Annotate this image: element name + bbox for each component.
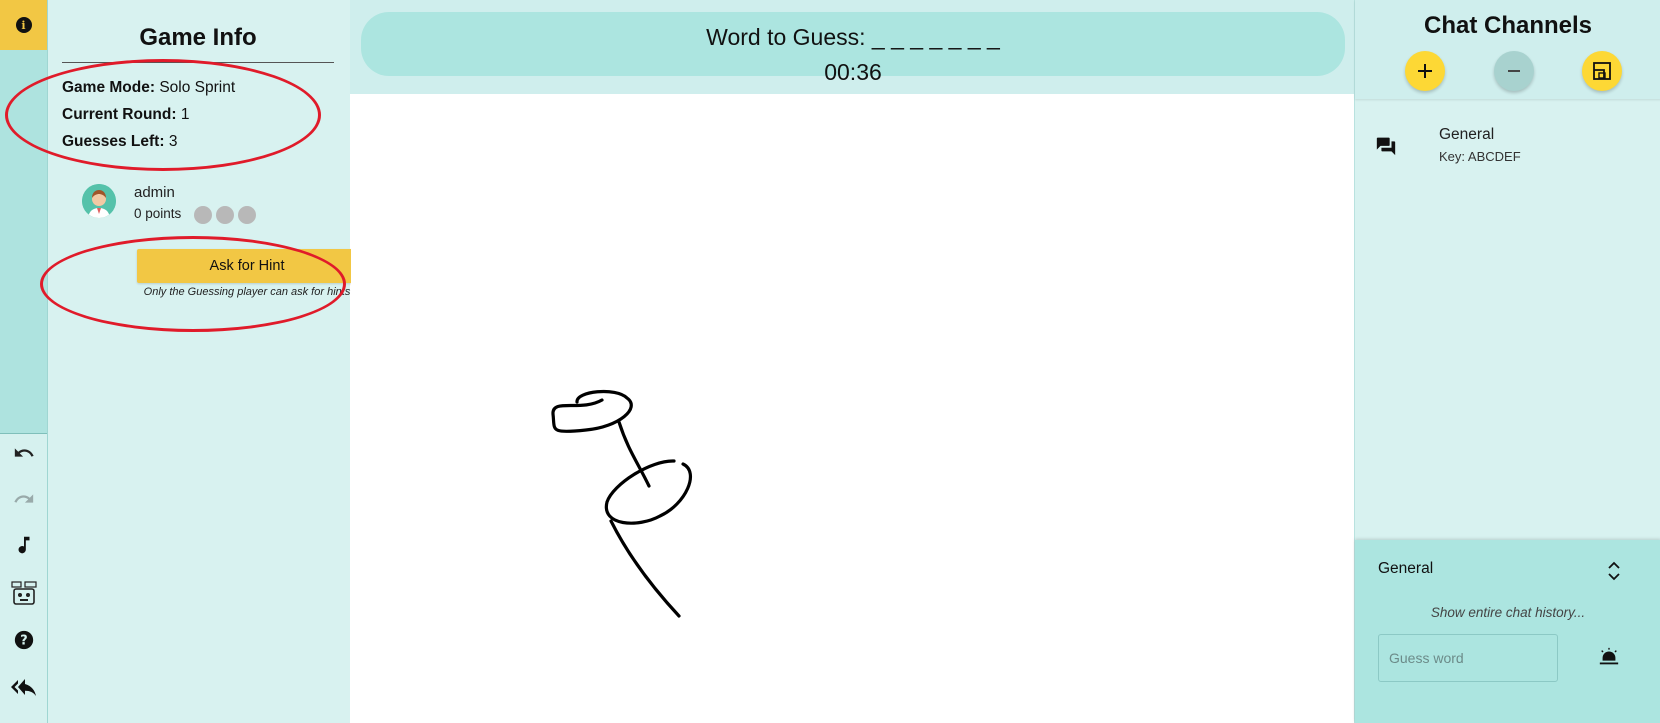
undo-button[interactable] <box>11 440 37 466</box>
channel-key: Key: ABCDEF <box>1439 149 1521 164</box>
chat-channels-title: Chat Channels <box>1423 12 1593 39</box>
game-mode-value: Solo Sprint <box>159 79 236 96</box>
current-round-label: Current Round: <box>62 106 177 123</box>
game-info-title: Game Info <box>139 24 257 51</box>
player-card: admin 0 points <box>82 184 342 228</box>
left-toolbar: i ? <box>0 0 48 723</box>
reply-all-icon <box>11 679 36 696</box>
undo-icon <box>14 448 34 457</box>
remove-icon <box>1508 70 1520 72</box>
current-round-value: 1 <box>180 106 190 123</box>
toolbar-spacer <box>0 50 47 433</box>
expand-icon[interactable] <box>1607 560 1621 582</box>
current-round-row: Current Round: 1 <box>62 106 189 124</box>
music-note-icon <box>18 536 30 554</box>
chat-panel: Chat Channels General Key: ABCDEF Genera… <box>1354 0 1660 723</box>
badge-icon <box>194 206 212 224</box>
player-name: admin <box>134 184 175 201</box>
remove-channel-button[interactable] <box>1494 51 1534 91</box>
help-button[interactable]: ? <box>11 627 37 653</box>
channel-name: General <box>1439 126 1495 143</box>
guesses-left-row: Guesses Left: 3 <box>62 133 177 151</box>
game-mode-label: Game Mode: <box>62 79 156 96</box>
info-button[interactable]: i <box>0 0 47 50</box>
drawing-canvas[interactable] <box>351 94 1354 723</box>
add-channel-button[interactable] <box>1405 51 1445 91</box>
svg-text:?: ? <box>20 634 27 649</box>
word-to-guess: Word to Guess: _ _ _ _ _ _ _ <box>706 24 1000 50</box>
game-app: i ? Game Info Game Mode: Solo Sprint Cur… <box>0 0 1660 723</box>
round-timer: 00:36 <box>824 59 882 85</box>
robot-icon <box>11 581 37 605</box>
player-points: 0 points <box>134 206 182 221</box>
guess-input[interactable] <box>1378 634 1558 682</box>
music-button[interactable] <box>11 532 37 558</box>
ask-for-hint-button[interactable]: Ask for Hint <box>137 249 357 283</box>
split-view-button[interactable] <box>1582 51 1622 91</box>
game-header: Word to Guess: _ _ _ _ _ _ _ 00:36 <box>350 0 1354 94</box>
guesses-left-value: 3 <box>168 133 178 150</box>
redo-button[interactable] <box>11 486 37 512</box>
bot-button[interactable] <box>11 580 37 606</box>
forum-icon <box>1376 137 1396 156</box>
split-view-icon <box>1593 62 1611 80</box>
hint-note: Only the Guessing player can ask for hin… <box>143 286 351 298</box>
channel-item-general[interactable]: General Key: ABCDEF <box>1375 122 1655 172</box>
chat-box: General Show entire chat history... <box>1355 540 1660 723</box>
game-info-panel: Game Info Game Mode: Solo Sprint Current… <box>5 0 357 723</box>
back-button[interactable] <box>11 674 37 700</box>
word-pill: Word to Guess: _ _ _ _ _ _ _ 00:36 <box>361 12 1345 85</box>
badge-icon <box>238 206 256 224</box>
title-divider <box>62 62 334 63</box>
guesses-left-label: Guesses Left: <box>62 133 165 150</box>
chat-header: Chat Channels <box>1355 0 1660 99</box>
badge-icon <box>216 206 234 224</box>
avatar <box>82 184 116 218</box>
redo-icon <box>14 494 34 503</box>
add-icon <box>1418 64 1432 78</box>
active-channel-title: General <box>1378 560 1434 577</box>
show-chat-history-link[interactable]: Show entire chat history... <box>1355 605 1660 620</box>
help-icon: ? <box>14 630 34 650</box>
game-mode-row: Game Mode: Solo Sprint <box>62 79 235 97</box>
drawing-strokes <box>551 389 693 618</box>
info-icon: i <box>15 17 32 33</box>
bell-icon[interactable] <box>1598 647 1620 667</box>
